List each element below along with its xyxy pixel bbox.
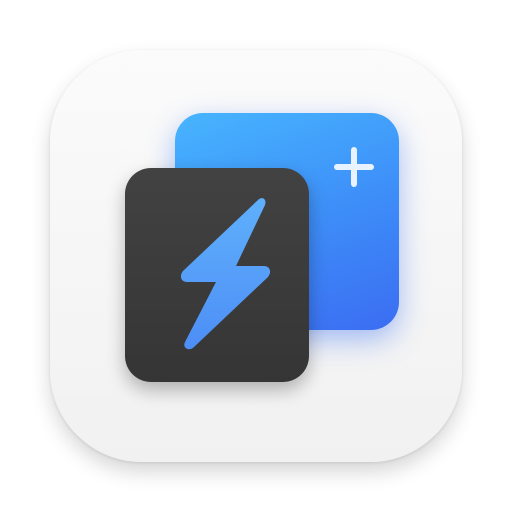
plus-icon <box>334 147 374 187</box>
app-icon[interactable] <box>0 0 512 512</box>
lightning-bolt-icon <box>180 198 271 350</box>
